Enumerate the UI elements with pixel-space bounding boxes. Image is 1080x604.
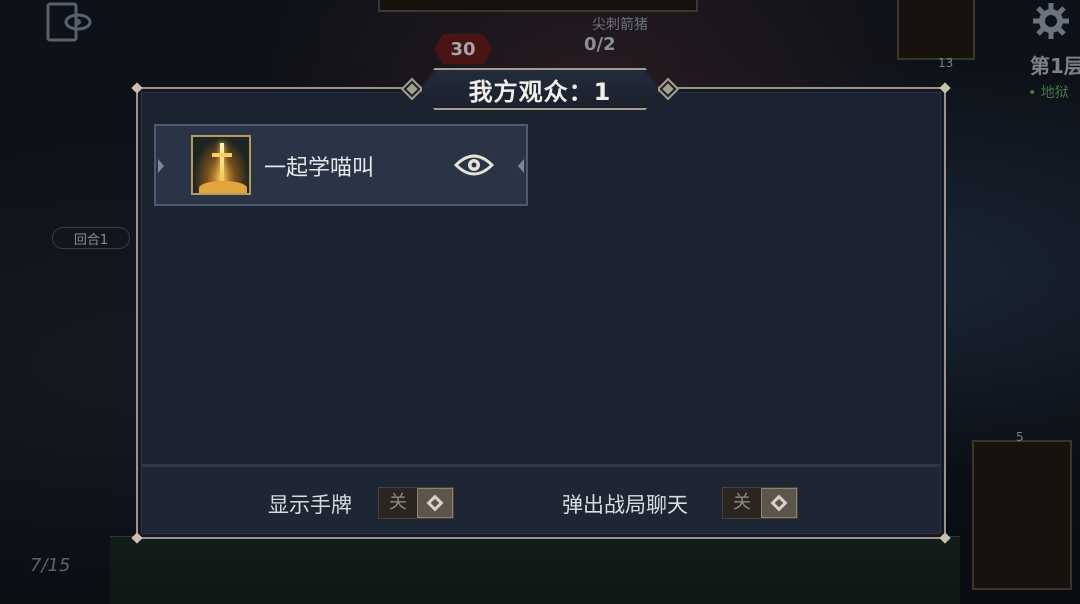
toggle-state: 关	[733, 492, 751, 513]
toggle-knob-icon	[761, 488, 797, 518]
show-hand-toggle[interactable]: 关	[378, 487, 454, 519]
floor-sublabel: • 地狱	[1028, 85, 1069, 101]
toggle-state: 关	[389, 492, 407, 513]
draw-pile-count: 13	[938, 56, 954, 70]
enemy-deck-count: 0/2	[584, 34, 616, 55]
spectator-name: 一起学喵叫	[264, 156, 375, 181]
draw-pile-card	[897, 0, 975, 60]
floor-label: 第1层	[1030, 54, 1080, 78]
eye-icon[interactable]	[453, 151, 495, 179]
discard-pile-card	[972, 440, 1072, 590]
round-badge: 回合1	[52, 227, 130, 249]
show-hand-label: 显示手牌	[268, 493, 352, 517]
golden-sword-icon	[191, 135, 251, 195]
discard-pile-count: 5	[1016, 430, 1024, 444]
hand-count: 7/15	[30, 555, 71, 576]
enemy-hp: 30	[434, 34, 492, 64]
log-icon	[44, 2, 92, 52]
panel-footer: 显示手牌 关 弹出战局聊天 关	[142, 464, 940, 533]
toggle-knob-icon	[417, 488, 453, 518]
settings-gear-icon	[1032, 2, 1070, 46]
spectator-panel: 我方观众：1 一起学喵叫 显示手牌 关 弹出战局聊天 关	[131, 68, 951, 544]
title-plate-inner: 我方观众：1	[422, 70, 658, 108]
chat-popup-label: 弹出战局聊天	[562, 493, 688, 517]
enemy-card-frame	[378, 0, 698, 12]
chat-popup-toggle[interactable]: 关	[722, 487, 798, 519]
hand-card-strip	[110, 536, 960, 604]
row-arrow-right-icon	[518, 159, 524, 173]
spectator-row[interactable]: 一起学喵叫	[154, 124, 528, 206]
panel-title: 我方观众：1	[468, 77, 612, 106]
row-arrow-left-icon	[158, 159, 164, 173]
enemy-name: 尖刺箭猪	[592, 17, 648, 33]
